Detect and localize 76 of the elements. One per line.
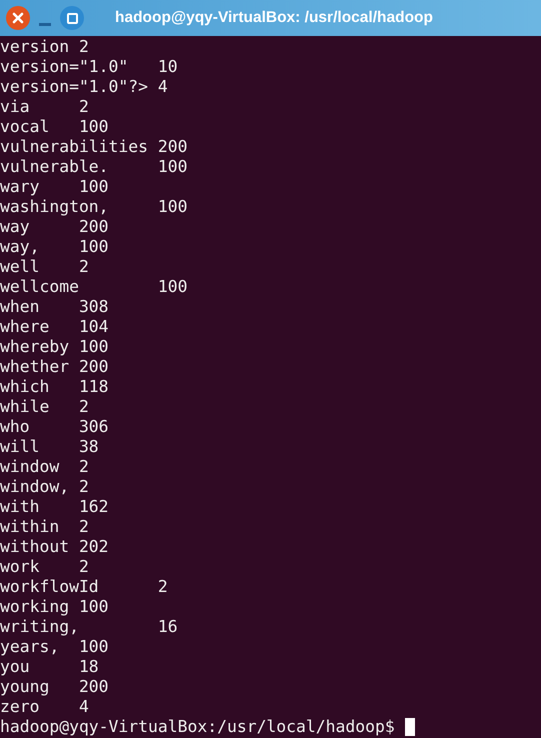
count-text: 16 <box>158 617 178 637</box>
word-text: well <box>0 257 40 277</box>
count-text: 200 <box>78 357 109 377</box>
close-button[interactable] <box>6 6 30 30</box>
count-text: 200 <box>78 217 109 237</box>
word-text: version <box>0 37 70 57</box>
word-text: wary <box>0 177 40 197</box>
count-text: 100 <box>78 597 109 617</box>
word-text: who <box>0 417 31 437</box>
word-text: working <box>0 597 70 617</box>
word-text: way <box>0 217 31 237</box>
count-text: 306 <box>78 417 109 437</box>
word-text: zero <box>0 697 40 717</box>
shell-prompt: hadoop@yqy-VirtualBox:/usr/local/hadoop$ <box>0 717 395 737</box>
word-text: when <box>0 297 40 317</box>
maximize-icon <box>66 12 78 24</box>
text-cursor <box>404 718 415 736</box>
count-text: 100 <box>158 277 188 297</box>
word-text: wellcome <box>0 277 80 297</box>
word-text: whereby <box>0 337 70 357</box>
word-text: washington, <box>0 197 110 217</box>
count-text: 100 <box>78 117 109 137</box>
count-text: 4 <box>158 77 168 97</box>
count-text: 200 <box>158 137 188 157</box>
count-text: 38 <box>78 437 99 457</box>
count-text: 200 <box>78 677 109 697</box>
count-text: 100 <box>78 177 109 197</box>
count-text: 308 <box>78 297 109 317</box>
count-text: 2 <box>78 97 89 117</box>
word-text: within <box>0 517 60 537</box>
close-icon <box>12 12 24 24</box>
count-text: 2 <box>78 37 89 57</box>
word-text: vulnerable. <box>0 157 110 177</box>
count-text: 202 <box>78 537 109 557</box>
word-text: version="1.0" <box>0 57 130 77</box>
window-title: hadoop@yqy-VirtualBox: /usr/local/hadoop <box>115 8 433 28</box>
word-text: young <box>0 677 50 697</box>
count-text: 2 <box>78 477 89 497</box>
count-text: 100 <box>78 637 109 657</box>
word-text: which <box>0 377 50 397</box>
count-text: 104 <box>78 317 109 337</box>
word-text: window, <box>0 477 70 497</box>
count-text: 100 <box>158 157 188 177</box>
word-text: while <box>0 397 50 417</box>
word-text: version="1.0"?> <box>0 77 150 97</box>
word-text: whether <box>0 357 70 377</box>
count-text: 4 <box>78 697 89 717</box>
word-text: via <box>0 97 31 117</box>
word-text: writing, <box>0 617 80 637</box>
word-text: workflowId <box>0 577 100 597</box>
word-text: work <box>0 557 40 577</box>
maximize-button[interactable] <box>60 6 84 30</box>
word-text: years, <box>0 637 60 657</box>
count-text: 2 <box>158 577 168 597</box>
word-text: will <box>0 437 40 457</box>
count-text: 10 <box>158 57 178 77</box>
minimize-icon <box>39 23 51 26</box>
word-text: vulnerabilities <box>0 137 150 157</box>
count-text: 2 <box>78 517 89 537</box>
word-text: vocal <box>0 117 50 137</box>
count-text: 162 <box>78 497 109 517</box>
count-text: 100 <box>78 337 109 357</box>
word-text: with <box>0 497 40 517</box>
count-text: 2 <box>78 257 89 277</box>
count-text: 2 <box>78 557 89 577</box>
word-text: without <box>0 537 70 557</box>
count-text: 100 <box>158 197 188 217</box>
word-text: where <box>0 317 50 337</box>
count-text: 118 <box>78 377 109 397</box>
word-text: window <box>0 457 60 477</box>
word-text: you <box>0 657 31 677</box>
count-text: 100 <box>78 237 109 257</box>
word-text: way, <box>0 237 40 257</box>
count-text: 18 <box>78 657 99 677</box>
count-text: 2 <box>78 457 89 477</box>
count-text: 2 <box>78 397 89 417</box>
